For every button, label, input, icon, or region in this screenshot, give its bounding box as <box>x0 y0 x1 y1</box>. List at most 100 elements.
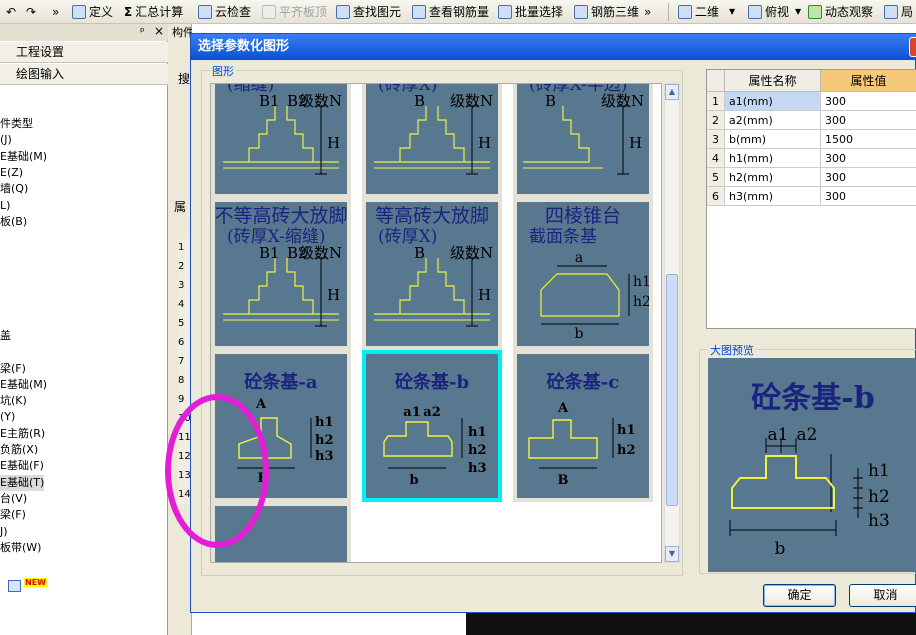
shape-image: 砼条基-b a1 a2 h1 h2 h3 b <box>366 354 498 498</box>
tree-item[interactable]: E基础(M) <box>0 377 47 393</box>
redo-button[interactable]: ↷ <box>26 2 36 22</box>
define-icon <box>72 5 86 19</box>
dynamic-view-button[interactable]: 动态观察 <box>808 2 873 22</box>
label-h3: h3 <box>315 449 334 464</box>
dynamic-view-icon <box>808 5 822 19</box>
tree-item[interactable]: (J) <box>0 132 12 148</box>
preview-label-a1: a1 <box>768 425 789 445</box>
label-h1: h1 <box>468 425 487 440</box>
dynamic-view-label: 动态观察 <box>825 5 874 19</box>
property-value-cell[interactable]: 300 <box>821 111 916 130</box>
tree-item[interactable]: 板(B) <box>0 214 27 230</box>
component-list-tab[interactable]: 构件列表 <box>172 24 192 40</box>
tree-item[interactable]: 板带(W) <box>0 540 41 556</box>
dialog-title: 选择参数化图形 <box>198 39 290 54</box>
summary-calc-button[interactable]: Σ 汇总计算 <box>124 2 183 22</box>
grid-view-icon[interactable] <box>8 580 21 592</box>
property-table: 属性名称 属性值 1 a1(mm) 300 2 a2(mm) 300 3 b(mm) 1500 4… <box>706 69 916 329</box>
shape-thumbnail[interactable]: 砼条基-b a1 a2 h1 h2 h3 b <box>362 350 502 502</box>
view-rebar-button[interactable]: 查看钢筋量 <box>412 2 489 22</box>
property-value-cell[interactable]: 300 <box>821 168 916 187</box>
tree-item[interactable]: E基础(T) <box>0 474 45 491</box>
batch-select-button[interactable]: 批量选择 <box>498 2 563 22</box>
module-panel: ᵖ × 工程设置 绘图输入 件类型 (J) E基础(M) E(Z) 墙(Q) L) 板(B)… <box>0 24 168 635</box>
property-value-cell[interactable]: 300 <box>821 187 916 206</box>
cloud-check-button[interactable]: 云检查 <box>198 2 251 22</box>
dialog-close-button[interactable] <box>909 37 916 57</box>
label-b: b <box>409 473 418 488</box>
shape-thumbnail[interactable]: 不等高砖大放脚(缩缝)B1B2级数NH <box>211 84 351 198</box>
scroll-thumb[interactable] <box>666 274 678 506</box>
property-name-cell: h1(mm) <box>725 149 821 168</box>
define-button[interactable]: 定义 <box>72 2 113 22</box>
property-value-cell[interactable]: 300 <box>821 92 916 111</box>
tree-item[interactable]: 台(V) <box>0 491 27 507</box>
shapes-groupbox: 图形 不等高砖大放脚(缩缝)B1B2级数NH不等高砖大放脚(砖厚X)B级数NH不… <box>201 63 683 576</box>
batch-select-label: 批量选择 <box>515 5 564 19</box>
tree-item[interactable]: 梁(F) <box>0 507 26 523</box>
shape-image: 不等高砖大放脚 (砖厚X-缩缝) B1 B2 级数N H <box>215 202 347 346</box>
property-value-cell[interactable]: 300 <box>821 149 916 168</box>
tree-item[interactable]: J) <box>0 524 8 540</box>
rebar-3d-button[interactable]: 钢筋三维 <box>574 2 639 22</box>
tree-item[interactable]: E(Z) <box>0 165 23 181</box>
tree-item[interactable]: 梁(F) <box>0 361 26 377</box>
tree-item[interactable]: 件类型 <box>0 116 33 132</box>
select-parametric-shape-dialog: 选择参数化图形 图形 不等高砖大放脚(缩缝)B1B2级数NH不等高砖大放脚(砖厚… <box>190 33 916 613</box>
shape-thumbnail[interactable]: 不等高砖大放脚 (砖厚X-缩缝) B1 B2 级数N H <box>211 198 351 350</box>
cancel-button[interactable]: 取消 <box>849 584 916 607</box>
label-level-n: 级数N <box>601 92 644 110</box>
project-settings-tab[interactable]: 工程设置 <box>0 42 168 63</box>
shape-thumbnail[interactable]: 不等高砖大放脚(砖厚X-半边)B级数NH <box>513 84 653 198</box>
shape-title: 不等高砖大放脚 <box>215 205 347 227</box>
tree-item[interactable]: 负筋(X) <box>0 442 38 458</box>
shape-thumbnail[interactable]: 砼条基-c Ah1 h2 B <box>513 350 653 502</box>
shape-thumbnail[interactable]: 等高砖大放脚 (砖厚X) B 级数N H <box>362 198 502 350</box>
property-name-cell: b(mm) <box>725 130 821 149</box>
label-b: B <box>414 244 425 262</box>
label-h: H <box>327 286 340 304</box>
label-a2: a2 <box>423 405 440 420</box>
large-preview-image: 砼条基-b a1 a2 h1 h2 h3 b <box>708 358 916 572</box>
scroll-up-button[interactable]: ▲ <box>665 84 679 100</box>
property-value-cell[interactable]: 1500 <box>821 130 916 149</box>
scroll-down-button[interactable]: ▼ <box>665 546 679 562</box>
close-icon[interactable]: × <box>154 24 164 38</box>
toolbar-more-button[interactable]: » <box>52 2 59 22</box>
gallery-scrollbar[interactable]: ▲ ▼ <box>664 83 680 563</box>
tree-item[interactable]: E主筋(R) <box>0 426 45 442</box>
tree-item[interactable]: (Y) <box>0 409 15 425</box>
shape-subtitle: 截面条基 <box>529 227 597 247</box>
find-element-button[interactable]: 查找图元 <box>336 2 401 22</box>
tree-item[interactable]: 盖 <box>0 328 11 344</box>
view-2d-dropdown[interactable]: 二维 ▼ <box>678 2 735 22</box>
preview-label-h2: h2 <box>868 487 890 507</box>
undo-button[interactable]: ↶ <box>6 2 16 22</box>
row-number: 1 <box>707 92 725 111</box>
drawing-input-tab[interactable]: 绘图输入 <box>0 64 168 85</box>
label-level-n: 级数N <box>450 244 493 262</box>
ok-button[interactable]: 确定 <box>763 584 836 607</box>
shape-image: 不等高砖大放脚(砖厚X-半边)B级数NH <box>517 84 649 194</box>
shape-image: 不等高砖大放脚(缩缝)B1B2级数NH <box>215 84 347 194</box>
toolbar-more-button-2[interactable]: » <box>644 2 651 22</box>
canvas-background <box>466 612 916 635</box>
tree-item[interactable]: L) <box>0 198 10 214</box>
local-button[interactable]: 局 <box>884 2 913 22</box>
property-name-cell: a2(mm) <box>725 111 821 130</box>
shape-thumbnail[interactable]: 不等高砖大放脚(砖厚X)B级数NH <box>362 84 502 198</box>
top-view-dropdown[interactable]: 俯视 ▼ <box>748 2 801 22</box>
flush-slab-top-button[interactable]: 平齐板顶 <box>262 2 327 22</box>
tree-item[interactable]: 墙(Q) <box>0 181 28 197</box>
label-h2: h2 <box>633 294 649 310</box>
tree-item[interactable]: E基础(M) <box>0 149 47 165</box>
sigma-icon: Σ <box>124 5 133 19</box>
property-name-cell: h3(mm) <box>725 187 821 206</box>
pin-icon[interactable]: ᵖ <box>140 25 145 38</box>
search-stub[interactable]: 搜 <box>178 70 190 87</box>
shape-thumbnail[interactable]: 四棱锥台截面条基 a h1 h2 b <box>513 198 653 350</box>
tree-item[interactable]: 坑(K) <box>0 393 27 409</box>
row-number: 6 <box>707 187 725 206</box>
row-number: 5 <box>707 168 725 187</box>
tree-item[interactable]: E基础(F) <box>0 458 44 474</box>
